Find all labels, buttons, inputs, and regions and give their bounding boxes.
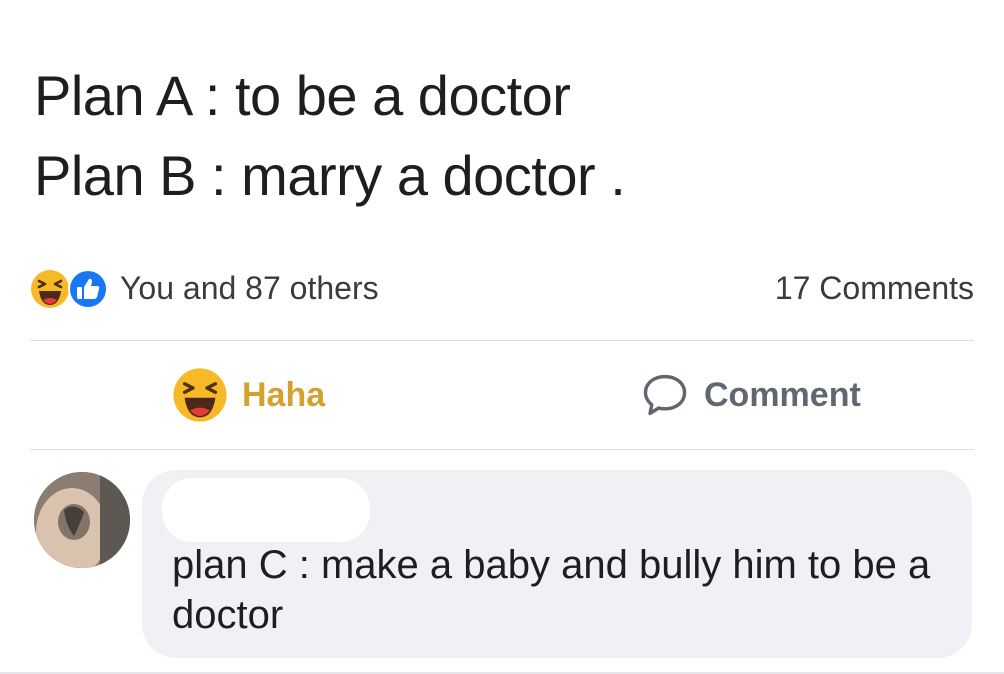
haha-label: Haha [242,375,326,414]
post-text: Plan A : to be a doctor Plan B : marry a… [34,56,626,216]
post-line-2: Plan B : marry a doctor . [34,144,626,207]
divider-top [30,340,974,341]
post-actions: Haha Comment [30,342,974,448]
avatar-image [34,472,130,568]
post-line-1: Plan A : to be a doctor [34,64,571,127]
reaction-icons [30,267,112,309]
comment-bubble-icon [643,374,687,416]
reactions-count-text: You and 87 others [120,269,379,306]
haha-reaction-button[interactable]: Haha [172,342,325,448]
comments-count-link[interactable]: 17 Comments [775,270,974,307]
like-icon [68,269,108,309]
post-card: Plan A : to be a doctor Plan B : marry a… [0,0,1004,674]
comment-label: Comment [704,375,861,414]
haha-icon [173,368,227,422]
avatar[interactable] [34,472,130,568]
haha-icon [31,270,69,308]
comment-button[interactable]: Comment [642,342,861,448]
divider-bottom [30,449,974,450]
commenter-name-redacted [162,478,370,542]
comment-item: plan C : make a baby and bully him to be… [30,470,974,660]
comment-bubble: plan C : make a baby and bully him to be… [142,470,972,658]
reactions-summary[interactable]: You and 87 others [30,267,379,309]
post-stats: You and 87 others 17 Comments [30,262,974,314]
comment-text: plan C : make a baby and bully him to be… [172,543,931,637]
